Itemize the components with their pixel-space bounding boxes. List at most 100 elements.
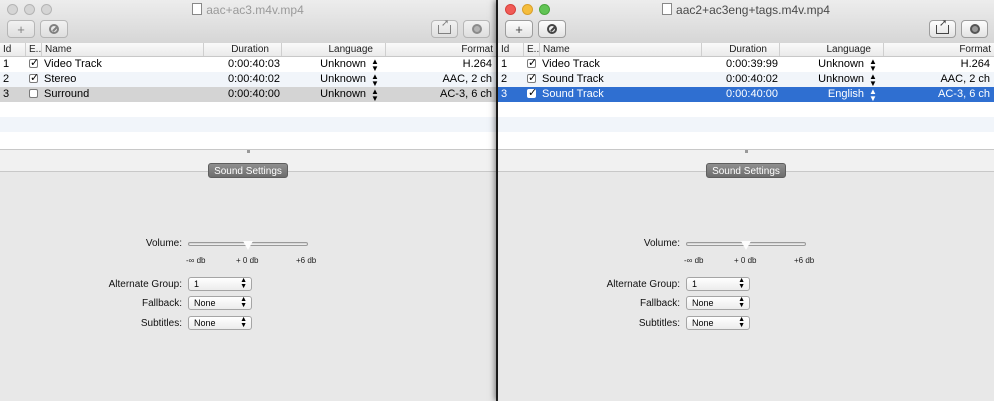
track-language[interactable]: Unknown — [282, 87, 366, 102]
document-window-right: aac2+ac3eng+tags.m4v.mp4 + Id E... Name … — [498, 0, 994, 401]
remove-track-button[interactable] — [538, 20, 566, 38]
alternate-group-popup[interactable]: 1 ▲ ▼ — [188, 277, 252, 291]
add-track-button[interactable]: + — [505, 20, 533, 38]
column-duration[interactable]: Duration — [702, 43, 780, 56]
subtitles-popup[interactable]: None ▲ ▼ — [686, 316, 750, 330]
track-language[interactable]: Unknown — [282, 57, 366, 72]
enabled-checkbox[interactable]: ✓ — [527, 72, 539, 87]
empty-row — [0, 117, 496, 132]
volume-tick-mid: + 0 db — [236, 256, 259, 265]
track-language[interactable]: Unknown — [780, 57, 864, 72]
document-icon — [192, 3, 203, 15]
track-name[interactable]: Video Track — [44, 57, 204, 72]
share-button[interactable] — [431, 18, 458, 38]
table-row[interactable]: 2 ✓ Stereo 0:00:40:02 Unknown ▲ ▼ AAC, 2 … — [0, 72, 496, 88]
column-enabled[interactable]: E... — [524, 43, 540, 56]
volume-label: Volume: — [145, 238, 182, 249]
enabled-checkbox[interactable] — [29, 87, 41, 102]
grip-icon — [745, 150, 748, 153]
track-format: AAC, 2 ch — [442, 73, 492, 85]
track-duration: 0:00:40:03 — [228, 58, 280, 70]
updown-arrows-icon[interactable]: ▲ ▼ — [869, 58, 879, 73]
enabled-checkbox[interactable]: ✓ — [527, 87, 539, 102]
updown-arrows-icon[interactable]: ▲ ▼ — [371, 88, 381, 103]
track-language[interactable]: English — [780, 87, 864, 102]
updown-arrows-icon[interactable]: ▲ ▼ — [371, 73, 381, 88]
document-window-left: aac+ac3.m4v.mp4 + Id E... Name Duration … — [0, 0, 496, 401]
add-track-button[interactable]: + — [7, 20, 35, 38]
track-id: 2 — [3, 73, 10, 85]
volume-tick-max: +6 db — [794, 256, 815, 265]
window-title: aac+ac3.m4v.mp4 — [0, 3, 496, 17]
document-icon — [662, 3, 673, 15]
empty-row — [0, 132, 496, 147]
track-name[interactable]: Sound Track — [542, 72, 702, 87]
column-language[interactable]: Language — [282, 43, 386, 56]
updown-arrows-icon[interactable]: ▲ ▼ — [371, 58, 381, 73]
volume-tick-min: -∞ db — [684, 256, 704, 265]
table-row[interactable]: 3 Surround 0:00:40:00 Unknown ▲ ▼ AC-3, 6… — [0, 87, 496, 103]
fallback-popup[interactable]: None ▲ ▼ — [188, 296, 252, 310]
share-button[interactable] — [929, 18, 956, 38]
window-title-text: aac+ac3.m4v.mp4 — [206, 3, 304, 17]
table-row-selected[interactable]: 3 ✓ Sound Track 0:00:40:00 English ▲ ▼ AC… — [498, 87, 994, 103]
alternate-group-value: 1 — [194, 279, 200, 289]
column-language[interactable]: Language — [780, 43, 884, 56]
inspector-button[interactable] — [463, 20, 490, 38]
volume-slider-knob[interactable] — [740, 240, 752, 251]
updown-arrows-icon[interactable]: ▲ ▼ — [869, 73, 879, 88]
volume-slider-knob[interactable] — [242, 240, 254, 251]
column-format[interactable]: Format — [386, 43, 496, 56]
plus-icon: + — [515, 21, 523, 37]
track-name[interactable]: Video Track — [542, 57, 702, 72]
titlebar[interactable]: aac+ac3.m4v.mp4 + — [0, 0, 496, 44]
volume-tick-max: +6 db — [296, 256, 317, 265]
window-title-text: aac2+ac3eng+tags.m4v.mp4 — [676, 3, 830, 17]
alternate-group-popup[interactable]: 1 ▲ ▼ — [686, 277, 750, 291]
table-row[interactable]: 1 ✓ Video Track 0:00:40:03 Unknown ▲ ▼ H.… — [0, 57, 496, 73]
enabled-checkbox[interactable]: ✓ — [29, 72, 41, 87]
table-header: Id E... Name Duration Language Format — [498, 43, 994, 57]
tab-sound-settings[interactable]: Sound Settings — [706, 163, 786, 178]
track-language[interactable]: Unknown — [282, 72, 366, 87]
share-icon — [936, 18, 949, 34]
column-format[interactable]: Format — [884, 43, 994, 56]
column-enabled[interactable]: E... — [26, 43, 42, 56]
tab-sound-settings[interactable]: Sound Settings — [208, 163, 288, 178]
checkmark-icon: ✓ — [528, 57, 538, 69]
fallback-value: None — [692, 298, 714, 308]
updown-arrows-icon: ▲ ▼ — [240, 296, 247, 309]
updown-arrows-icon[interactable]: ▲ ▼ — [869, 88, 879, 103]
track-id: 1 — [3, 58, 10, 70]
table-row[interactable]: 1 ✓ Video Track 0:00:39:99 Unknown ▲ ▼ H.… — [498, 57, 994, 73]
alternate-group-value: 1 — [692, 279, 698, 289]
column-id[interactable]: Id — [498, 43, 524, 56]
fallback-label: Fallback: — [141, 298, 182, 309]
volume-tick-mid: + 0 db — [734, 256, 757, 265]
column-name[interactable]: Name — [42, 43, 204, 56]
subtitles-popup[interactable]: None ▲ ▼ — [188, 316, 252, 330]
grip-icon — [247, 150, 250, 153]
subtitles-value: None — [194, 318, 216, 328]
enabled-checkbox[interactable]: ✓ — [527, 57, 539, 72]
track-name[interactable]: Surround — [44, 87, 204, 102]
track-name[interactable]: Stereo — [44, 72, 204, 87]
alternate-group-label: Alternate Group: — [606, 279, 680, 290]
column-name[interactable]: Name — [540, 43, 702, 56]
updown-arrows-icon: ▲ ▼ — [738, 296, 745, 309]
fallback-popup[interactable]: None ▲ ▼ — [686, 296, 750, 310]
subtitles-label: Subtitles: — [140, 318, 182, 329]
enabled-checkbox[interactable]: ✓ — [29, 57, 41, 72]
track-format: H.264 — [462, 58, 492, 70]
track-name[interactable]: Sound Track — [542, 87, 702, 102]
updown-arrows-icon: ▲ ▼ — [738, 316, 745, 329]
remove-track-button[interactable] — [40, 20, 68, 38]
titlebar[interactable]: aac2+ac3eng+tags.m4v.mp4 + — [498, 0, 994, 44]
inspector-button[interactable] — [961, 20, 988, 38]
window-title: aac2+ac3eng+tags.m4v.mp4 — [498, 3, 994, 17]
track-duration: 0:00:40:00 — [726, 88, 778, 100]
table-row[interactable]: 2 ✓ Sound Track 0:00:40:02 Unknown ▲ ▼ AA… — [498, 72, 994, 88]
column-id[interactable]: Id — [0, 43, 26, 56]
column-duration[interactable]: Duration — [204, 43, 282, 56]
track-language[interactable]: Unknown — [780, 72, 864, 87]
